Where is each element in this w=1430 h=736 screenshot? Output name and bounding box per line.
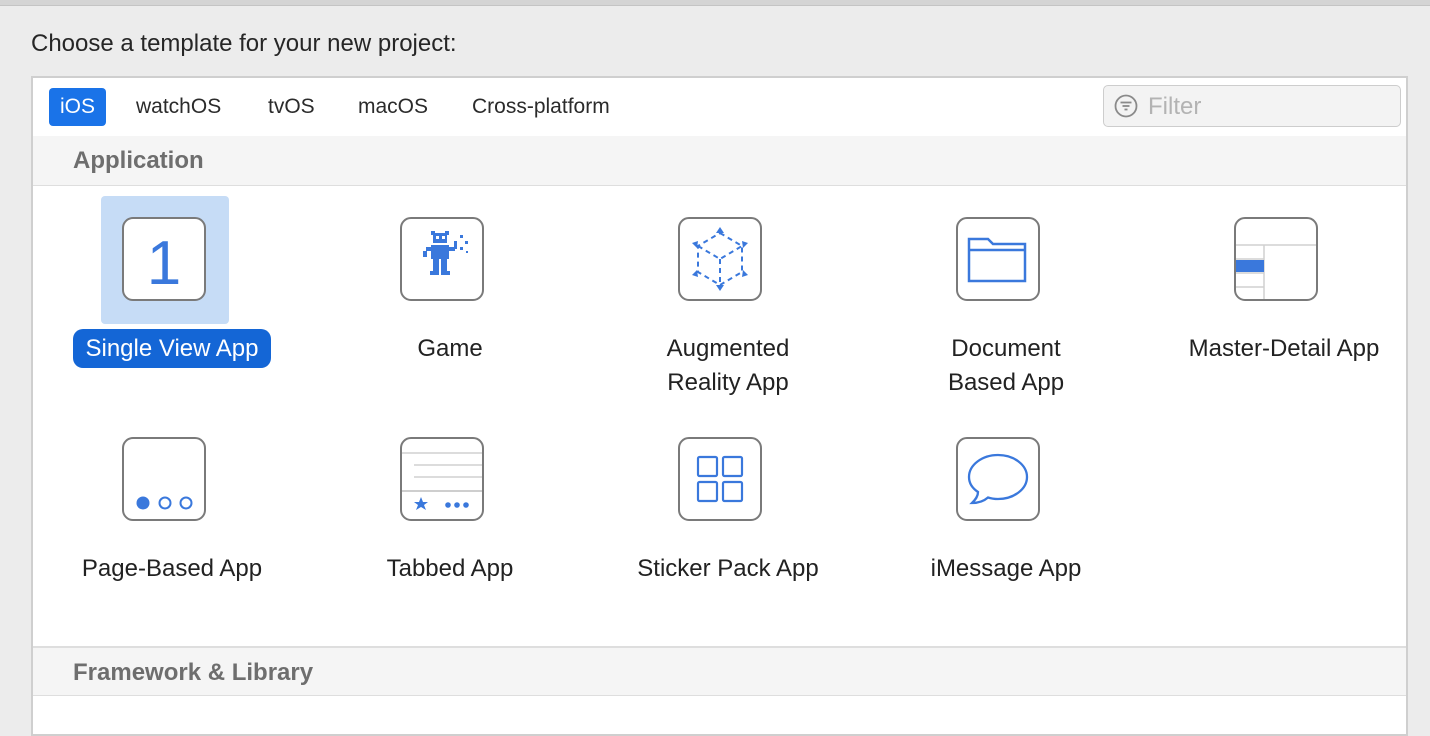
selection-highlight: 1 (101, 196, 229, 324)
speech-bubble-icon (956, 437, 1040, 521)
platform-tab-bar: iOS watchOS tvOS macOS Cross-platform (33, 78, 1406, 138)
template-sticker-pack-app[interactable]: Sticker Pack App (589, 408, 867, 618)
tab-macos[interactable]: macOS (347, 88, 439, 126)
page-dots-icon (122, 437, 206, 521)
template-tabbed-app[interactable]: Tabbed App (311, 408, 589, 618)
filter-icon (1114, 94, 1138, 118)
template-label: Game (417, 335, 483, 362)
game-icon (400, 217, 484, 301)
filter-input[interactable] (1146, 90, 1390, 124)
template-label: Document Based App (947, 335, 1065, 396)
template-master-detail-app[interactable]: Master-Detail App (1145, 188, 1423, 398)
template-label: Augmented Reality App (666, 335, 790, 396)
window-top-edge (0, 0, 1430, 6)
tab-bar-icon (400, 437, 484, 521)
template-panel: iOS watchOS tvOS macOS Cross-platform Ap… (31, 76, 1408, 736)
template-augmented-reality-app[interactable]: Augmented Reality App (589, 188, 867, 398)
section-header-framework-library: Framework & Library (33, 646, 1406, 696)
template-label: Sticker Pack App (637, 555, 819, 582)
tab-ios[interactable]: iOS (49, 88, 107, 126)
tab-watchos[interactable]: watchOS (125, 88, 232, 126)
tab-tvos[interactable]: tvOS (257, 88, 326, 126)
template-game[interactable]: Game (311, 188, 589, 398)
template-document-based-app[interactable]: Document Based App (867, 188, 1145, 398)
template-label: Single View App (33, 329, 311, 368)
sticker-grid-icon (678, 437, 762, 521)
filter-field[interactable] (1103, 85, 1401, 127)
template-label: Page-Based App (81, 555, 263, 582)
page-title: Choose a template for your new project: (31, 30, 457, 57)
template-single-view-app[interactable]: 1 Single View App (33, 188, 311, 398)
ar-cube-icon (678, 217, 762, 301)
section-header-application: Application (33, 136, 1406, 186)
template-label: Tabbed App (386, 555, 514, 582)
single-view-icon: 1 (122, 217, 206, 301)
master-detail-icon (1234, 217, 1318, 301)
template-label: iMessage App (930, 555, 1082, 582)
tab-cross-platform[interactable]: Cross-platform (461, 88, 621, 126)
single-view-glyph: 1 (147, 229, 181, 298)
template-page-based-app[interactable]: Page-Based App (33, 408, 311, 618)
template-label: Master-Detail App (1188, 335, 1380, 362)
folder-icon (956, 217, 1040, 301)
template-imessage-app[interactable]: iMessage App (867, 408, 1145, 618)
